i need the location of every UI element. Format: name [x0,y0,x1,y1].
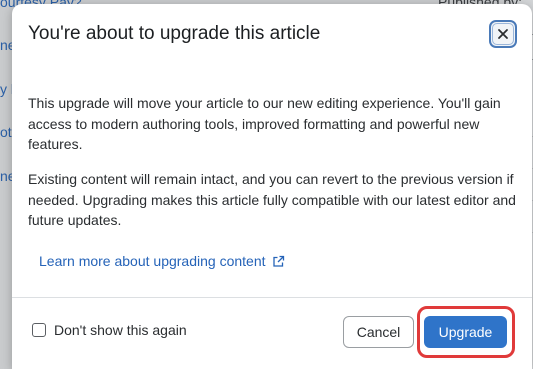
learn-more-link-label: Learn more about upgrading content [39,253,266,269]
dont-show-again-checkbox[interactable] [32,323,46,337]
dont-show-again-option[interactable]: Don't show this again [32,322,187,338]
dont-show-again-label: Don't show this again [54,322,187,338]
dialog-paragraph-1: This upgrade will move your article to o… [28,95,501,152]
screen: ourtesy Pay? ne y l ot ne Published by: … [0,0,533,369]
header-divider [12,66,532,67]
external-link-icon [272,255,285,268]
dialog-paragraph-2: Existing content will remain intact, and… [28,171,516,228]
footer-divider [12,297,532,298]
cancel-button[interactable]: Cancel [343,316,414,348]
dialog-title: You're about to upgrade this article [28,23,321,44]
upgrade-dialog: You're about to upgrade this article Thi… [12,4,532,369]
close-button[interactable] [489,20,517,48]
learn-more-link[interactable]: Learn more about upgrading content [39,253,285,269]
background-link-4[interactable]: ot [0,124,12,140]
close-icon [497,28,509,40]
upgrade-button[interactable]: Upgrade [424,316,507,348]
